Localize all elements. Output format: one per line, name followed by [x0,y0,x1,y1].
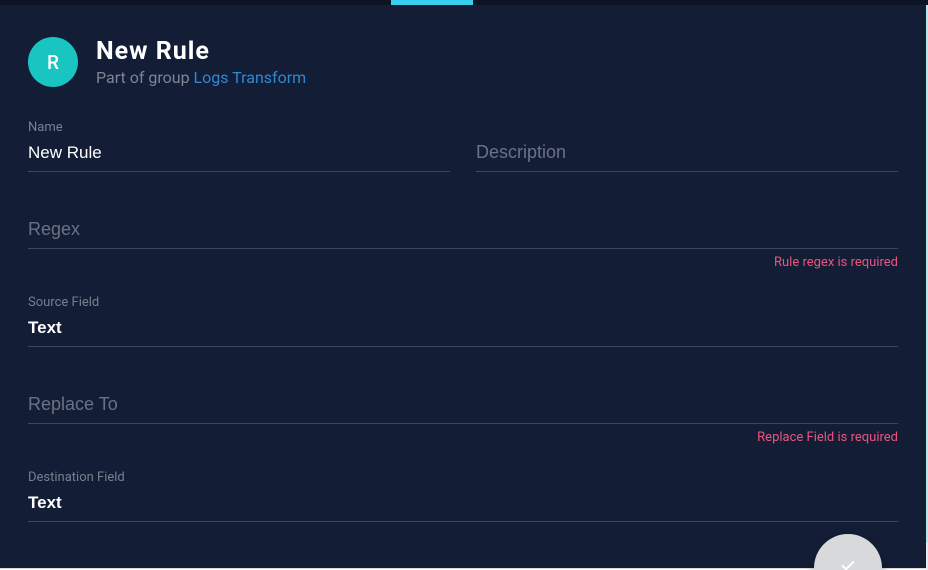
source-field-wrap: Source Field [28,288,898,347]
regex-error: Rule regex is required [28,255,898,270]
group-link[interactable]: Logs Transform [194,68,307,87]
avatar-letter: R [47,51,59,74]
title-block: New Rule Part of group Logs Transform [96,37,306,87]
regex-field-wrap: Regex Rule regex is required [28,190,898,270]
source-field-input[interactable] [28,312,898,347]
source-field-label: Source Field [28,294,898,312]
destination-field-input[interactable] [28,487,898,522]
form-header: R New Rule Part of group Logs Transform [28,37,898,87]
destination-field-label: Destination Field [28,469,898,487]
description-input[interactable] [476,137,898,172]
row-name-description: Name Description [28,113,898,182]
regex-input[interactable] [28,214,898,249]
name-label: Name [28,119,450,137]
check-icon [840,558,856,570]
description-field-wrap: Description [476,113,898,172]
rule-type-avatar: R [28,37,78,87]
confirm-fab[interactable] [814,534,882,570]
page-title: New Rule [96,37,306,66]
replace-to-error: Replace Field is required [28,430,898,445]
rule-form-panel: R New Rule Part of group Logs Transform … [0,5,926,568]
page-subtitle: Part of group Logs Transform [96,68,306,87]
destination-field-wrap: Destination Field [28,463,898,522]
replace-to-input[interactable] [28,389,898,424]
form-grid: Name Description Regex Rule regex is req… [28,113,898,522]
subtitle-prefix: Part of group [96,68,194,87]
name-field-wrap: Name [28,113,450,172]
name-input[interactable] [28,137,450,172]
replace-to-field-wrap: Replace To Replace Field is required [28,365,898,445]
